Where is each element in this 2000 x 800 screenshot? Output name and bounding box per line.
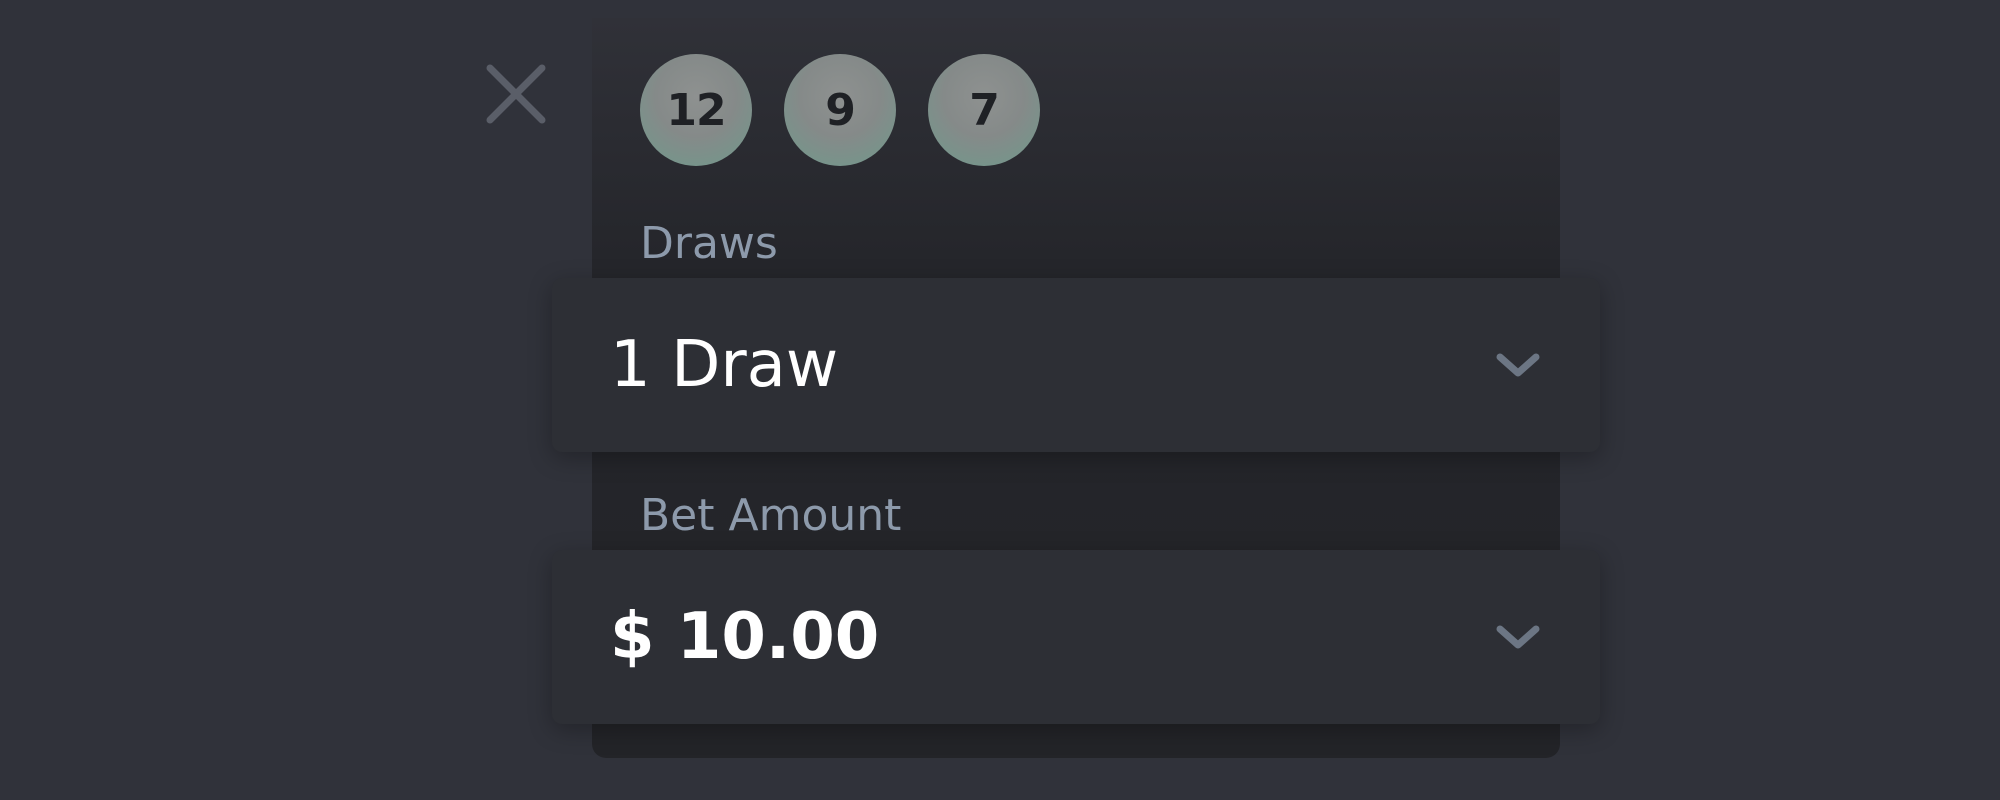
number-ball[interactable]: 7 [928, 54, 1040, 166]
draws-select[interactable]: 1 Draw [552, 278, 1600, 452]
close-icon [486, 64, 546, 124]
draws-label: Draws [640, 218, 778, 269]
chevron-down-icon [1494, 613, 1542, 661]
draws-select-value: 1 Draw [610, 328, 839, 402]
chevron-down-icon [1494, 341, 1542, 389]
close-button[interactable] [480, 58, 552, 130]
number-ball[interactable]: 12 [640, 54, 752, 166]
bet-amount-label: Bet Amount [640, 490, 902, 541]
bet-amount-select[interactable]: $ 10.00 [552, 550, 1600, 724]
bet-amount-select-value: $ 10.00 [610, 600, 880, 674]
number-ball[interactable]: 9 [784, 54, 896, 166]
selected-numbers: 12 9 7 [640, 54, 1072, 166]
bet-slip-screen: 12 9 7 Draws Bet Amount 1 Draw $ 10.00 [0, 0, 2000, 800]
